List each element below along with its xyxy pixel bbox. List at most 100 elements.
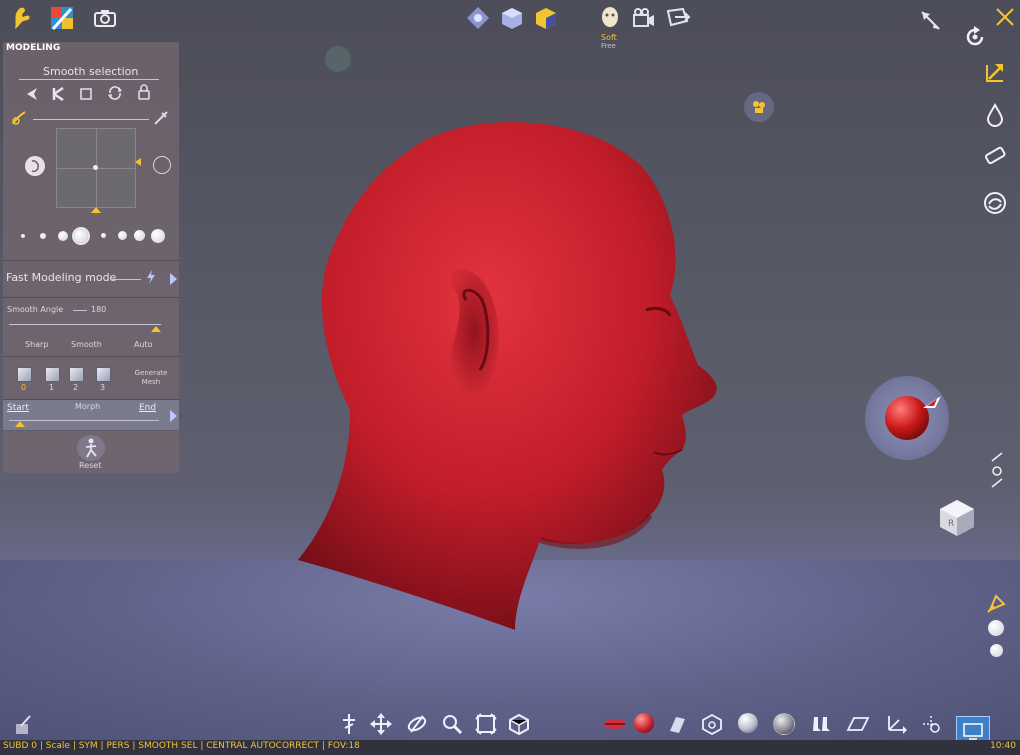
sculpt-tool-icon[interactable]	[8, 4, 36, 32]
brush-size-7[interactable]	[134, 230, 145, 241]
fast-modeling-bolt-icon[interactable]	[145, 269, 159, 287]
mode-smooth[interactable]: Smooth	[71, 340, 102, 349]
smooth-angle-slider[interactable]	[9, 324, 161, 325]
brush-size-6[interactable]	[118, 231, 127, 240]
falloff-curve-pad[interactable]	[56, 128, 136, 208]
subdiv-level-2-icon[interactable]	[69, 367, 84, 382]
plane-primitive-icon[interactable]	[664, 711, 690, 737]
select-arrow-tool-icon[interactable]	[25, 86, 41, 102]
panel-title: MODELING	[6, 43, 61, 53]
morph-start[interactable]: Start	[7, 403, 29, 413]
select-invert-tool-icon[interactable]	[107, 85, 125, 103]
paint-tool-icon[interactable]	[48, 4, 76, 32]
head-model[interactable]	[290, 110, 730, 640]
subdiv-level-0-icon[interactable]	[17, 367, 32, 382]
frame-tool-icon[interactable]	[473, 711, 499, 737]
scale-arrow-icon[interactable]	[982, 60, 1008, 86]
smooth-selection-label: Smooth selection	[43, 65, 139, 78]
material-ball-widget[interactable]	[865, 376, 949, 460]
subdiv-level-2[interactable]: 2	[73, 383, 78, 392]
fast-modeling-expand-arrow[interactable]	[170, 273, 177, 285]
fullscreen-icon[interactable]	[992, 4, 1018, 30]
pin-tool-icon[interactable]	[336, 711, 362, 737]
white-sphere-primitive[interactable]	[738, 713, 758, 733]
light-pointer-icon[interactable]	[921, 394, 943, 410]
box-primitive-icon[interactable]	[699, 711, 725, 737]
brush-size-2[interactable]	[40, 233, 46, 239]
mode-label: Soft	[601, 33, 617, 42]
morph-end[interactable]: End	[139, 403, 156, 413]
textured-sphere-primitive[interactable]	[773, 713, 795, 735]
move-tool-icon[interactable]	[368, 711, 394, 737]
undo-rotate-icon[interactable]	[962, 24, 988, 50]
smooth-angle-handle[interactable]	[151, 326, 161, 332]
wireframe-cube-icon[interactable]	[498, 4, 526, 32]
subdiv-level-0[interactable]: 0	[21, 383, 26, 392]
smooth-angle-label: Smooth Angle	[7, 305, 64, 314]
shaded-cube-icon[interactable]	[532, 4, 560, 32]
falloff-soft-brush-icon[interactable]	[11, 110, 29, 128]
spotlight-icon[interactable]	[984, 590, 1010, 616]
mode-auto[interactable]: Auto	[134, 340, 153, 349]
brush-size-1[interactable]	[21, 234, 25, 238]
select-arrow-icon[interactable]	[918, 8, 944, 34]
brush-size-3[interactable]	[58, 231, 68, 241]
morph-handle[interactable]	[15, 421, 25, 427]
view-cube[interactable]: R	[938, 498, 976, 542]
light-bulb-icon[interactable]	[744, 92, 774, 122]
morph-slider[interactable]	[9, 420, 159, 421]
generate-mesh-button[interactable]: Generate Mesh	[131, 369, 171, 387]
red-sphere-primitive[interactable]	[634, 713, 654, 733]
zoom-tool-icon[interactable]	[439, 711, 465, 737]
subdiv-level-1[interactable]: 1	[49, 383, 54, 392]
grid-options-icon[interactable]	[918, 711, 944, 737]
smooth-selection-section: MODELING Smooth selection	[3, 42, 179, 261]
feet-primitive-icon[interactable]	[808, 711, 834, 737]
modeling-panel: MODELING Smooth selection Fast Modeling …	[3, 42, 179, 473]
select-rect-tool-icon[interactable]	[79, 86, 95, 102]
light-orb	[325, 46, 351, 72]
reset-figure-icon[interactable]	[77, 435, 105, 461]
svg-text:R: R	[948, 519, 954, 529]
view-rotate-small-icon[interactable]	[984, 452, 1010, 488]
soft-mask-icon[interactable]	[598, 4, 622, 32]
select-lock-tool-icon[interactable]	[137, 84, 153, 102]
perspective-cube-icon[interactable]	[506, 711, 532, 737]
falloff-slider-track[interactable]	[33, 119, 149, 120]
smooth-angle-dash	[73, 310, 87, 311]
reset-button[interactable]: Reset	[79, 461, 101, 470]
lip-primitive-icon[interactable]	[602, 711, 628, 737]
fast-modeling-line	[111, 279, 141, 280]
film-camera-icon[interactable]	[630, 5, 656, 31]
sphere-preset-large[interactable]	[988, 620, 1004, 636]
camera-icon[interactable]	[91, 6, 119, 30]
rotate-tool-icon[interactable]	[404, 711, 430, 737]
sphere-preset-small[interactable]	[990, 644, 1003, 657]
status-bar: SUBD 0 | Scale | SYM | PERS | SMOOTH SEL…	[0, 740, 1020, 755]
morph-label: Morph	[75, 402, 101, 411]
pad-info-icon[interactable]	[153, 156, 171, 174]
subdiv-level-1-icon[interactable]	[45, 367, 60, 382]
brush-size-5[interactable]	[101, 233, 106, 238]
render-setup-icon[interactable]	[664, 5, 692, 31]
brush-size-4[interactable]	[74, 229, 88, 243]
pen-note-icon[interactable]	[10, 712, 36, 738]
drop-icon[interactable]	[982, 102, 1008, 128]
falloff-hard-brush-icon[interactable]	[153, 110, 171, 128]
mode-sublabel: Free	[601, 42, 616, 50]
axis-gizmo-icon[interactable]	[882, 711, 908, 737]
flat-plane-icon[interactable]	[845, 711, 871, 737]
brush-size-8[interactable]	[151, 229, 165, 243]
select-lasso-tool-icon[interactable]	[52, 86, 68, 102]
eraser-icon[interactable]	[982, 142, 1008, 168]
subdivision-section: 0 1 2 3 Generate Mesh	[3, 357, 179, 400]
mode-sharp[interactable]: Sharp	[25, 340, 48, 349]
morph-expand-arrow[interactable]	[170, 410, 177, 422]
pad-profile-icon[interactable]	[25, 156, 45, 176]
smooth-angle-value: 180	[91, 305, 107, 314]
subdiv-level-3-icon[interactable]	[96, 367, 111, 382]
subdiv-level-3[interactable]: 3	[100, 383, 105, 392]
link-rings-icon[interactable]	[982, 190, 1008, 216]
pad-right-marker	[135, 158, 141, 166]
multires-icon[interactable]	[464, 4, 492, 32]
